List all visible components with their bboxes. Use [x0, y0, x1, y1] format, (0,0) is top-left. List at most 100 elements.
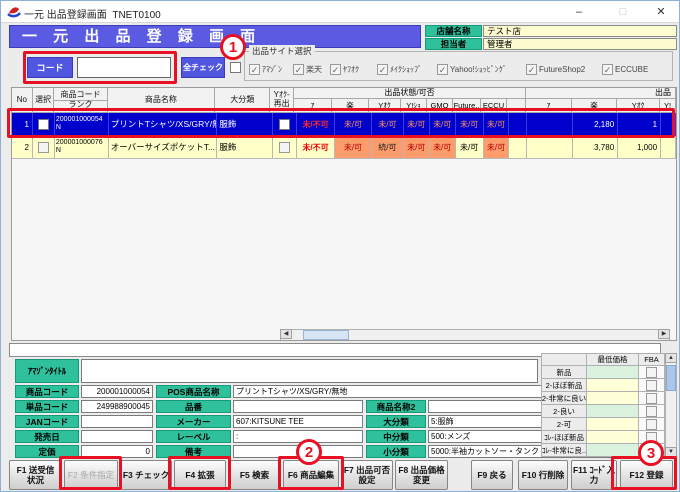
status-rakuten: 未/可 — [335, 136, 372, 159]
checkbox-icon[interactable]: ✓ — [293, 64, 304, 75]
fba-header: FBA — [639, 353, 665, 366]
fba-cell[interactable] — [639, 392, 665, 405]
status-yauc: 続/可 — [372, 136, 404, 159]
window-title: 一元 出品登録画面 TNET0100 — [24, 6, 161, 21]
condition-header-blank — [541, 353, 587, 366]
maker-field[interactable]: 607:KITSUNE TEE — [233, 415, 363, 428]
price-yauc: 1,000 — [618, 136, 661, 159]
label-field[interactable]: : — [233, 430, 363, 443]
jan-code-label: JANコード — [15, 415, 79, 428]
amazon-title-label: ｱﾏｿﾞﾝﾀｲﾄﾙ — [15, 359, 79, 383]
checkbox-icon[interactable]: ✓ — [602, 64, 613, 75]
site-label: FutureShop2 — [539, 65, 585, 74]
annotation-rect-code-input — [23, 51, 177, 84]
checkbox-icon[interactable]: ✓ — [437, 64, 448, 75]
jan-code-field[interactable] — [81, 415, 153, 428]
check-all-checkbox[interactable] — [230, 62, 241, 73]
check-all-button[interactable]: 全チェック — [181, 57, 225, 78]
scroll-right-icon[interactable]: ▶ — [658, 329, 670, 339]
store-name-label: 店舗名称 — [425, 25, 482, 37]
scroll-left-icon[interactable]: ◀ — [280, 329, 292, 339]
fba-checkbox[interactable] — [646, 380, 657, 391]
row-select-cell[interactable] — [33, 136, 55, 159]
checkbox-icon[interactable]: ✓ — [249, 64, 260, 75]
condition-label: 2-非常に良い — [541, 392, 587, 405]
unit-code-label: 単品コード — [15, 400, 79, 413]
grid-horizontal-scrollbar[interactable]: ◀ ▶ — [280, 329, 670, 341]
yauc-relist-checkbox[interactable] — [279, 142, 290, 153]
checkbox-icon[interactable]: ✓ — [377, 64, 388, 75]
f8-price-change-button[interactable]: F8 出品価格 変更 — [395, 460, 448, 490]
site-checkbox-amazon[interactable]: ✓ ｱﾏｿﾞﾝ — [249, 64, 282, 75]
checkbox-icon[interactable]: ✓ — [526, 64, 537, 75]
min-price-cell[interactable] — [587, 392, 639, 405]
condition-label: 新品 — [541, 366, 587, 379]
annotation-callout-1: 1 — [220, 34, 246, 60]
min-price-cell[interactable] — [587, 366, 639, 379]
condition-vertical-scrollbar[interactable]: ▲ ▼ — [665, 353, 677, 457]
site-checkbox-yafuoku[interactable]: ✓ ﾔﾌｵｸ — [330, 64, 359, 75]
annotation-rect-row1 — [7, 108, 675, 138]
f7-listing-permission-button[interactable]: F7 出品可否 設定 — [341, 460, 393, 490]
fba-checkbox[interactable] — [646, 406, 657, 417]
row-select-checkbox[interactable] — [38, 142, 49, 153]
fba-checkbox[interactable] — [646, 419, 657, 430]
page-title: 一 元 出 品 登 録 画 面 — [9, 25, 421, 48]
fba-cell[interactable] — [639, 405, 665, 418]
f9-back-button[interactable]: F9 戻る — [471, 460, 513, 490]
item-code-field[interactable]: 200001000054 — [81, 385, 153, 398]
row-code: 200001000076 — [56, 139, 103, 147]
cat-mid-label: 中分類 — [366, 430, 426, 443]
f5-search-button[interactable]: F5 検索 — [228, 460, 281, 490]
table-row[interactable]: 2 200001000076 N オーバーサイズポケットT... 服飾 未/不可… — [12, 136, 676, 159]
close-icon[interactable]: ✕ — [645, 1, 677, 23]
site-label: Yahoo!ｼｮｯﾋﾟﾝｸﾞ — [450, 64, 507, 75]
maximize-icon[interactable]: □ — [607, 1, 639, 23]
fba-cell[interactable] — [639, 418, 665, 431]
scrollbar-thumb[interactable] — [303, 330, 349, 340]
site-label: ｱﾏｿﾞﾝ — [262, 64, 282, 75]
site-label: ECCUBE — [615, 65, 648, 74]
site-label: 楽天 — [306, 64, 322, 75]
site-label: ﾔﾌｵｸ — [343, 64, 359, 75]
site-checkbox-makeshop[interactable]: ✓ ﾒｲｸｼｮｯﾌﾟ — [377, 64, 422, 75]
site-checkbox-yahoo-shopping[interactable]: ✓ Yahoo!ｼｮｯﾋﾟﾝｸﾞ — [437, 64, 507, 75]
checkbox-icon[interactable]: ✓ — [330, 64, 341, 75]
site-checkbox-eccube[interactable]: ✓ ECCUBE — [602, 64, 648, 75]
f3-check-button[interactable]: F3 チェック — [120, 460, 172, 490]
min-price-cell[interactable] — [587, 405, 639, 418]
site-label: ﾒｲｸｼｮｯﾌﾟ — [390, 64, 422, 75]
store-name-value: テスト店 — [483, 25, 677, 37]
status-amazon: 未/不可 — [297, 136, 335, 159]
title-bar: 一元 出品登録画面 TNET0100 – □ ✕ — [1, 1, 679, 23]
scrollbar-thumb[interactable] — [666, 365, 676, 391]
row-name: オーバーサイズポケットT... — [109, 136, 218, 159]
part-no-field[interactable] — [233, 400, 363, 413]
condition-label: 2-ほぼ新品 — [541, 379, 587, 392]
site-checkbox-rakuten[interactable]: ✓ 楽天 — [293, 64, 322, 75]
f1-send-receive-button[interactable]: F1 送受信 状況 — [9, 460, 62, 490]
scroll-up-icon[interactable]: ▲ — [665, 353, 677, 363]
minimize-icon[interactable]: – — [563, 1, 595, 23]
release-date-field[interactable] — [81, 430, 153, 443]
status-spacer — [509, 136, 527, 159]
fba-checkbox[interactable] — [646, 367, 657, 378]
condition-label: ｺﾚ-非常に良.. — [541, 444, 587, 457]
fba-cell[interactable] — [639, 379, 665, 392]
f10-delete-row-button[interactable]: F10 行削除 — [518, 460, 568, 490]
unit-code-field[interactable]: 249988900045 — [81, 400, 153, 413]
condition-label: ｺﾚ-ほぼ新品 — [541, 431, 587, 444]
site-checkbox-futureshop2[interactable]: ✓ FutureShop2 — [526, 64, 585, 75]
min-price-cell[interactable] — [587, 418, 639, 431]
row-yauc-relist-cell[interactable] — [273, 136, 297, 159]
manager-value: 管理者 — [483, 38, 677, 50]
amazon-title-field[interactable] — [81, 359, 538, 383]
min-price-cell[interactable] — [587, 431, 639, 444]
annotation-rect-f4 — [168, 456, 231, 490]
fba-cell[interactable] — [639, 366, 665, 379]
fba-checkbox[interactable] — [646, 393, 657, 404]
min-price-cell[interactable] — [587, 379, 639, 392]
app-window: 一元 出品登録画面 TNET0100 – □ ✕ 一 元 出 品 登 録 画 面… — [0, 0, 680, 492]
row-rank: N — [56, 147, 61, 155]
annotation-callout-3: 3 — [638, 440, 664, 466]
